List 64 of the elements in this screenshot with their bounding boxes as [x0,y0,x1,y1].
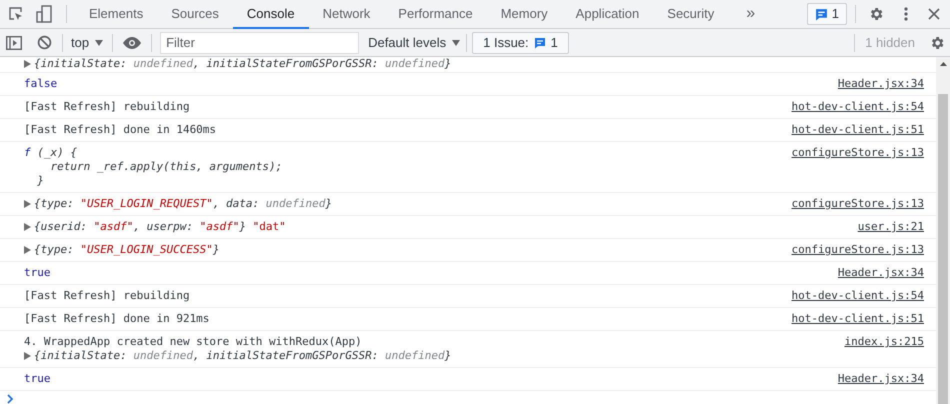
source-link[interactable]: hot-dev-client.js:54 [792,289,924,303]
source-link[interactable]: hot-dev-client.js:51 [792,312,924,326]
more-options-icon[interactable] [904,7,908,21]
panel-tab[interactable]: Performance [384,0,487,28]
message-icon [534,36,546,48]
message-icon [814,8,828,20]
settings-icon[interactable] [868,6,884,22]
messages-badge[interactable]: 1 [806,3,847,25]
source-link[interactable]: hot-dev-client.js:54 [792,100,924,114]
log-text: {initialState: undefined, initialStateFromGSPorGSSR: undefined} [34,57,452,71]
more-tabs-button[interactable]: » [746,2,756,26]
filter-field[interactable]: Filter [160,32,360,54]
scrollbar-thumb[interactable] [938,94,948,404]
log-text: 4. WrappedApp created new store with withRedux(App) [24,335,362,349]
prompt-chevron-icon[interactable] [7,394,14,404]
source-link[interactable]: Header.jsx:34 [838,372,924,386]
log-text: [Fast Refresh] rebuilding [24,289,190,303]
panel-tab[interactable]: Network [308,0,384,28]
log-text: false [24,77,58,91]
log-text: {initialState: undefined, initialStateFromGSPorGSSR: undefined} [34,349,452,363]
eye-icon[interactable] [123,36,142,48]
expand-triangle-icon[interactable] [24,60,31,68]
caret-icon [452,40,460,46]
log-text: [Fast Refresh] done in 921ms [24,312,210,326]
hidden-count: 1 hidden [865,34,915,52]
code-line: } [36,174,44,188]
settings-icon[interactable] [929,34,945,50]
inspect-element-icon[interactable] [8,6,24,22]
log-text: {userid: "asdf", userpw: "asdf"} "dat" [34,220,286,234]
source-link[interactable]: configureStore.js:13 [792,146,924,160]
code-line: f (_x) { [24,146,77,160]
panel-tab[interactable]: Sources [157,0,233,28]
log-text: true [24,266,50,280]
caret-icon [95,40,104,46]
source-link[interactable]: index.js:215 [844,335,924,349]
close-icon[interactable] [928,8,940,20]
log-text: {type: "USER_LOGIN_REQUEST", data: undefined} [34,197,332,211]
source-link[interactable]: configureStore.js:13 [792,197,924,211]
source-link[interactable]: Header.jsx:34 [838,77,924,91]
expand-triangle-icon[interactable] [24,352,31,360]
issues-button[interactable]: 1 Issue: 1 [472,32,569,54]
scroll-up-icon[interactable] [940,62,946,66]
expand-triangle-icon[interactable] [24,246,31,254]
code-line: return _ref.apply(this, arguments); [49,160,282,174]
expand-triangle-icon[interactable] [24,223,31,231]
log-text: [Fast Refresh] done in 1460ms [24,123,216,137]
levels-dropdown[interactable]: Default levels [368,32,460,52]
panel-tab[interactable]: Memory [486,0,562,28]
log-text: [Fast Refresh] rebuilding [24,100,190,114]
expand-triangle-icon[interactable] [24,200,31,208]
source-link[interactable]: Header.jsx:34 [838,266,924,280]
log-text: {type: "USER_LOGIN_SUCCESS"} [34,243,220,257]
device-toolbar-icon[interactable] [36,5,52,23]
panel-tab[interactable]: Security [653,0,728,28]
clear-console-icon[interactable] [37,35,52,50]
log-text: true [24,372,50,386]
panel-tab[interactable]: Elements [75,0,158,28]
scrollbar[interactable] [936,57,950,404]
sidebar-toggle-icon[interactable] [6,36,22,50]
panel-tab[interactable]: Application [562,0,654,28]
source-link[interactable]: hot-dev-client.js:51 [792,123,924,137]
source-link[interactable]: configureStore.js:13 [792,243,924,257]
context-select[interactable]: top [71,32,104,52]
source-link[interactable]: user.js:21 [858,220,924,234]
